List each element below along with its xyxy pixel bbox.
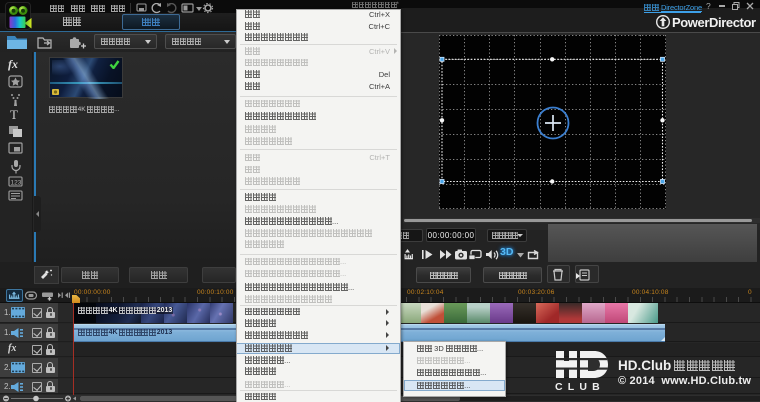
svg-text:123: 123 — [11, 180, 22, 187]
svg-text:CLUB: CLUB — [555, 381, 605, 393]
svg-text:T: T — [10, 107, 18, 122]
